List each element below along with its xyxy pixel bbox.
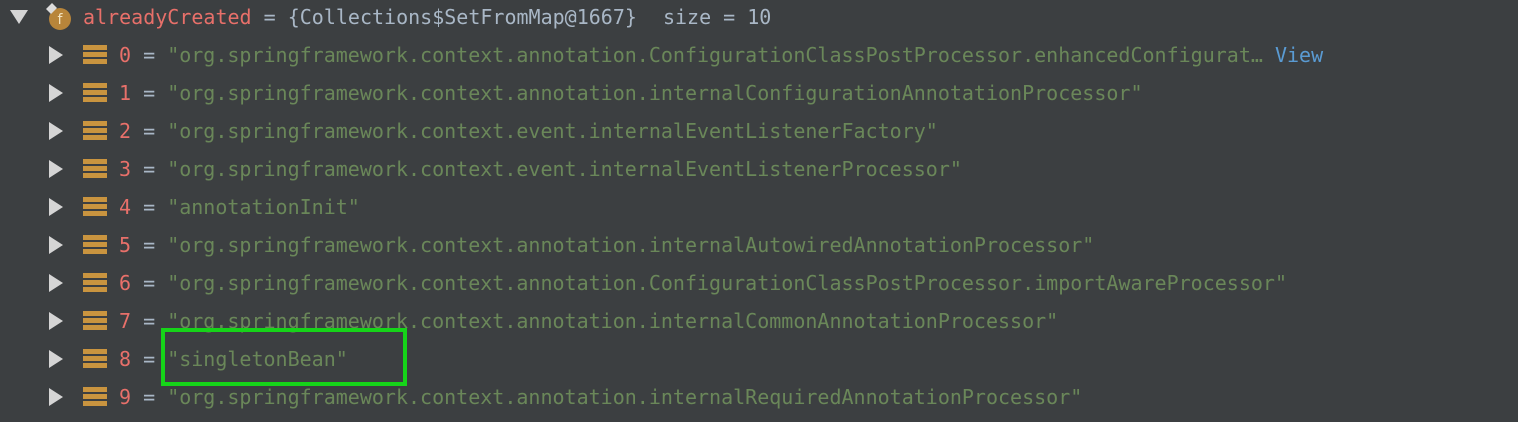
item-index: 1: [119, 81, 132, 105]
equals-sign: =: [143, 385, 156, 409]
item-index: 4: [119, 195, 132, 219]
item-value: "annotationInit": [167, 195, 360, 219]
item-index: 8: [119, 347, 132, 371]
triangle-right-icon[interactable]: [49, 84, 63, 102]
item-value: "org.springframework.context.annotation.…: [167, 81, 1143, 105]
tree-row-root[interactable]: f alreadyCreated = {Collections$SetFromM…: [0, 0, 1518, 36]
equals-sign: =: [143, 119, 156, 143]
variable-name: alreadyCreated: [83, 5, 252, 29]
triangle-right-icon[interactable]: [49, 274, 63, 292]
array-element-icon: [83, 197, 107, 217]
tree-row-item[interactable]: 1 = "org.springframework.context.annotat…: [0, 74, 1518, 112]
item-index: 9: [119, 385, 132, 409]
view-link[interactable]: View: [1275, 43, 1323, 67]
equals-sign: =: [143, 43, 156, 67]
array-element-icon: [83, 273, 107, 293]
item-index: 2: [119, 119, 132, 143]
equals-sign: =: [143, 309, 156, 333]
triangle-right-icon[interactable]: [49, 388, 63, 406]
item-index: 5: [119, 233, 132, 257]
triangle-right-icon[interactable]: [49, 350, 63, 368]
tree-row-item[interactable]: 7 = "org.springframework.context.annotat…: [0, 302, 1518, 340]
array-element-icon: [83, 387, 107, 407]
item-value: "singletonBean": [167, 347, 348, 371]
item-value: "org.springframework.context.event.inter…: [167, 157, 962, 181]
triangle-right-icon[interactable]: [49, 312, 63, 330]
equals-sign: =: [143, 81, 156, 105]
triangle-down-icon[interactable]: [10, 10, 28, 24]
array-element-icon: [83, 159, 107, 179]
triangle-right-icon[interactable]: [49, 46, 63, 64]
tree-row-item[interactable]: 6 = "org.springframework.context.annotat…: [0, 264, 1518, 302]
tree-row-item[interactable]: 9 = "org.springframework.context.annotat…: [0, 378, 1518, 416]
equals-sign: =: [143, 157, 156, 181]
item-index: 3: [119, 157, 132, 181]
tree-row-item[interactable]: 8 = "singletonBean": [0, 340, 1518, 378]
item-value: "org.springframework.context.annotation.…: [167, 309, 1059, 333]
array-element-icon: [83, 311, 107, 331]
item-value: "org.springframework.context.annotation.…: [167, 233, 1095, 257]
field-icon: f: [46, 3, 71, 30]
triangle-right-icon[interactable]: [49, 236, 63, 254]
variable-value: {Collections$SetFromMap@1667}: [287, 5, 637, 29]
equals-sign: =: [143, 347, 156, 371]
tree-row-item[interactable]: 5 = "org.springframework.context.annotat…: [0, 226, 1518, 264]
tree-row-item[interactable]: 4 = "annotationInit": [0, 188, 1518, 226]
array-element-icon: [83, 235, 107, 255]
tree-row-item[interactable]: 0 = "org.springframework.context.annotat…: [0, 36, 1518, 74]
array-element-icon: [83, 349, 107, 369]
item-value: "org.springframework.context.annotation.…: [167, 43, 1263, 67]
triangle-right-icon[interactable]: [49, 160, 63, 178]
size-label: size = 10: [662, 5, 772, 29]
item-value: "org.springframework.context.annotation.…: [167, 271, 1288, 295]
item-index: 0: [119, 43, 132, 67]
triangle-right-icon[interactable]: [49, 198, 63, 216]
equals-sign: =: [263, 5, 276, 29]
item-index: 7: [119, 309, 132, 333]
tree-row-item[interactable]: 3 = "org.springframework.context.event.i…: [0, 150, 1518, 188]
item-value: "org.springframework.context.annotation.…: [167, 385, 1083, 409]
tree-row-item[interactable]: 2 = "org.springframework.context.event.i…: [0, 112, 1518, 150]
array-element-icon: [83, 121, 107, 141]
equals-sign: =: [143, 195, 156, 219]
array-element-icon: [83, 45, 107, 65]
item-value: "org.springframework.context.event.inter…: [167, 119, 938, 143]
array-element-icon: [83, 83, 107, 103]
equals-sign: =: [143, 233, 156, 257]
triangle-right-icon[interactable]: [49, 122, 63, 140]
item-index: 6: [119, 271, 132, 295]
equals-sign: =: [143, 271, 156, 295]
